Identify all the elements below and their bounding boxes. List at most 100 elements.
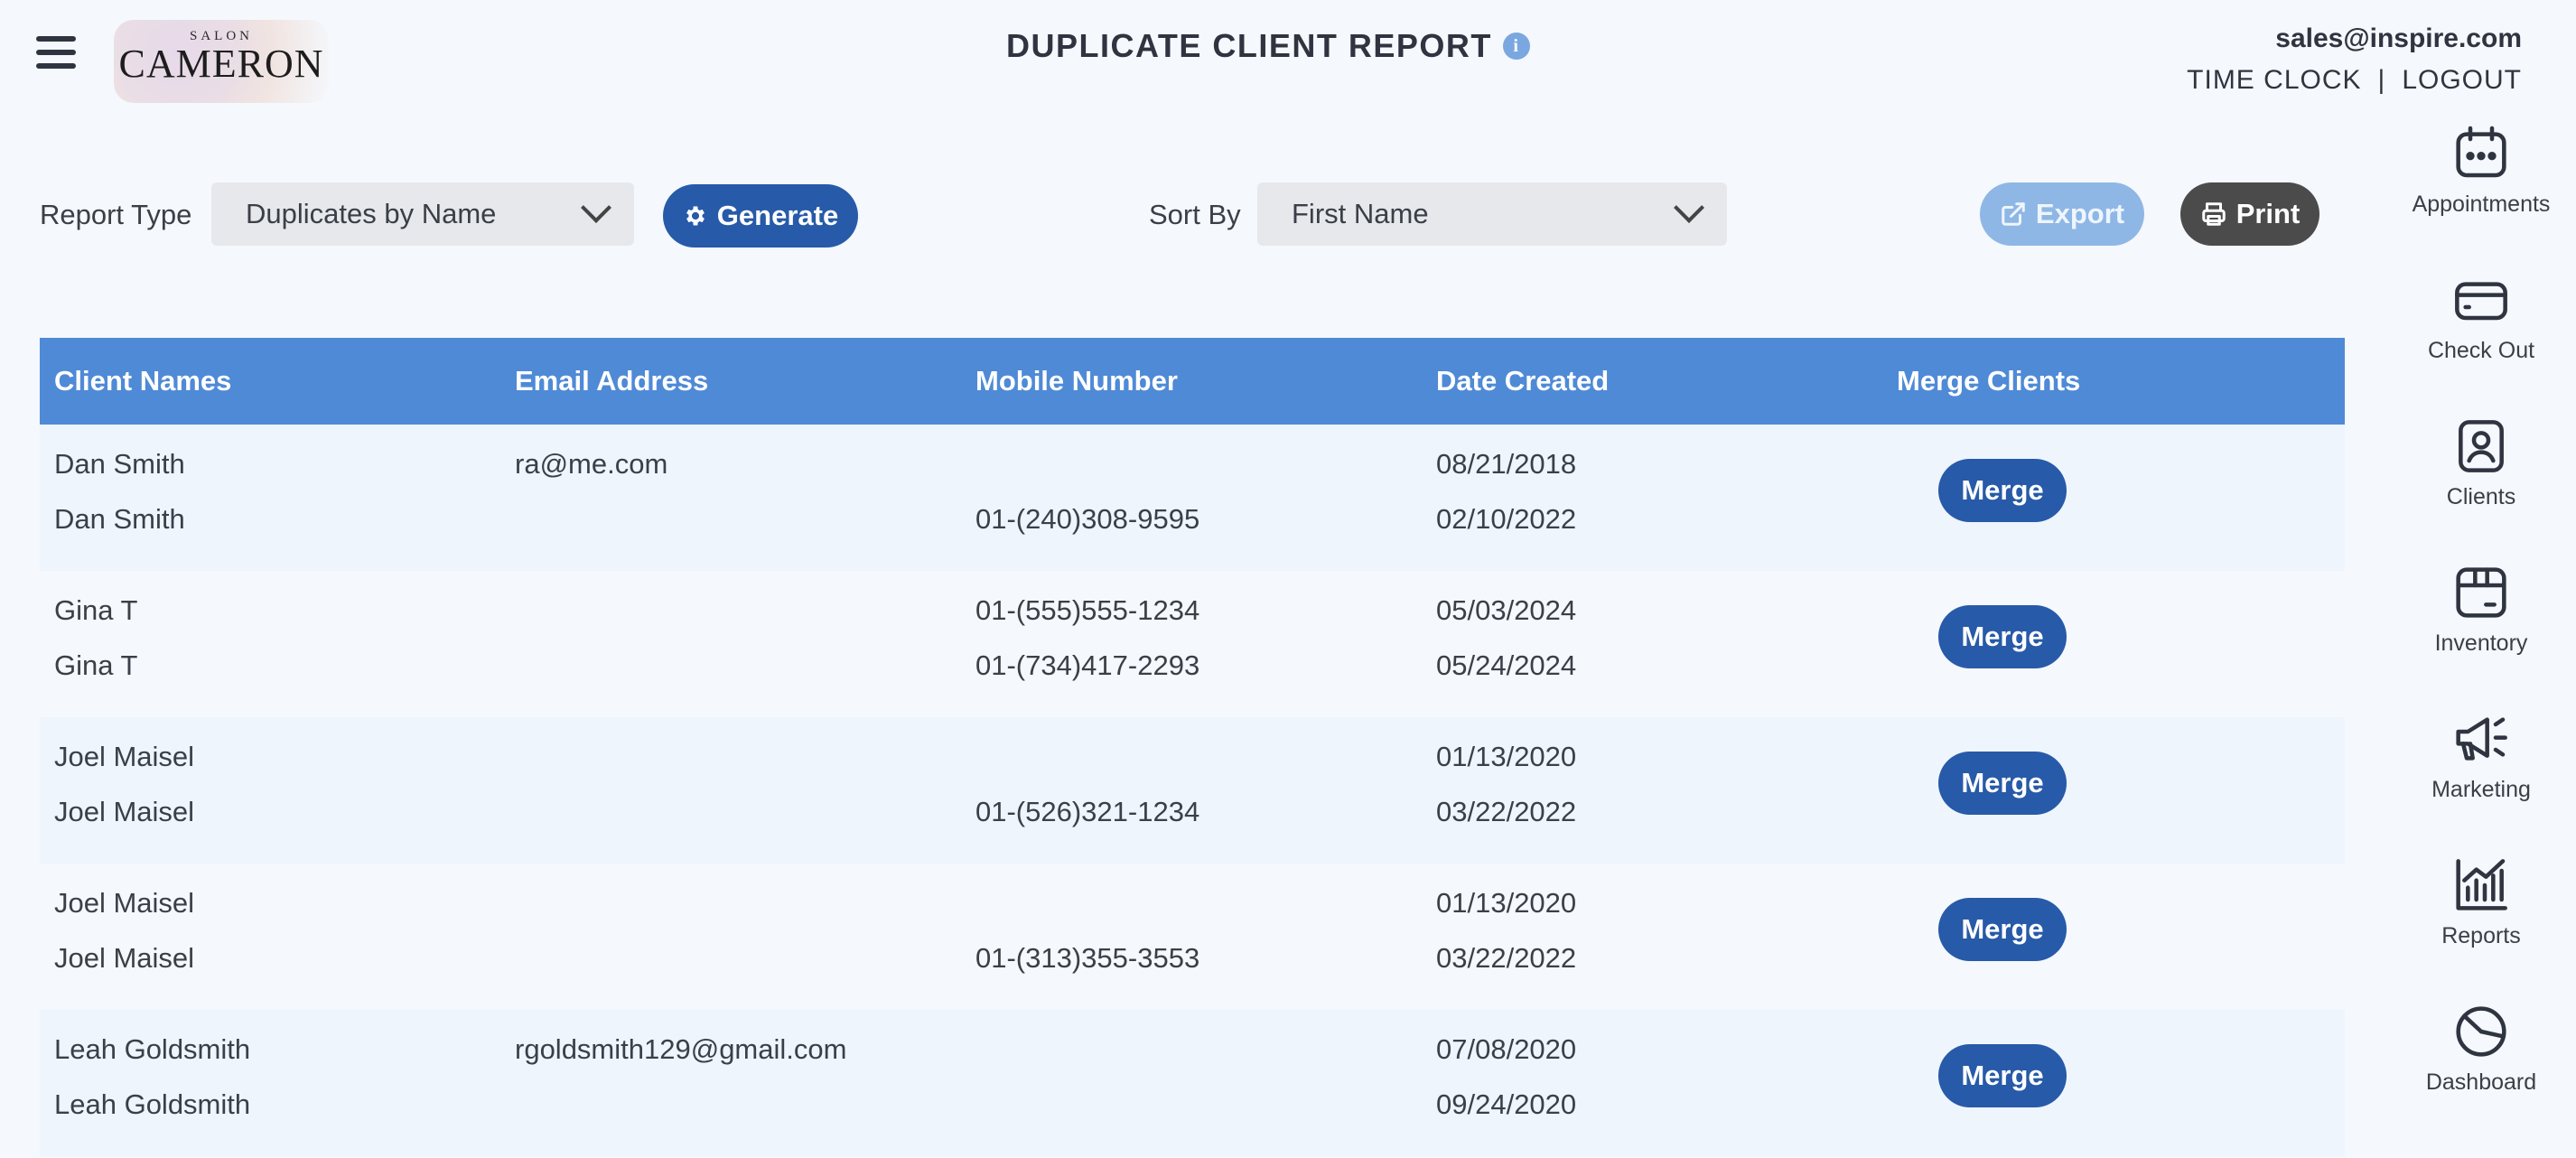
date-created: 01/13/2020 bbox=[1436, 741, 1577, 772]
email-cell bbox=[500, 571, 961, 717]
table-row: Leah Goldsmith Leah Goldsmith rgoldsmith1… bbox=[40, 1010, 2345, 1156]
client-name: Gina T bbox=[54, 594, 138, 626]
megaphone-icon bbox=[2456, 717, 2507, 761]
email-address: ra@me.com bbox=[515, 448, 668, 480]
table-row: Joel Maisel Joel Maisel 01-(313)355-3553 … bbox=[40, 864, 2345, 1010]
client-names-cell: Leah Goldsmith Leah Goldsmith bbox=[40, 1010, 500, 1156]
table-row: Dan Smith Dan Smith ra@me.com 01-(240)308… bbox=[40, 425, 2345, 571]
table-row: Gina T Gina T 01-(555)555-1234 01-(734)417… bbox=[40, 571, 2345, 717]
nav-item-marketing[interactable]: Marketing bbox=[2386, 710, 2576, 856]
mobile-number: 01-(555)555-1234 bbox=[975, 594, 1200, 626]
hamburger-menu-icon[interactable] bbox=[36, 36, 76, 72]
client-name: Joel Maisel bbox=[54, 942, 195, 974]
nav-item-appointments[interactable]: Appointments bbox=[2386, 125, 2576, 271]
date-created: 07/08/2020 bbox=[1436, 1033, 1577, 1065]
date-cell: 08/21/2018 02/10/2022 bbox=[1422, 425, 1882, 571]
salon-logo[interactable]: SALON CAMERON bbox=[114, 20, 329, 103]
nav-label: Appointments bbox=[2412, 191, 2551, 217]
sort-by-select[interactable]: First Name bbox=[1257, 182, 1727, 246]
email-cell bbox=[500, 864, 961, 1010]
time-clock-link[interactable]: TIME CLOCK bbox=[2187, 65, 2361, 95]
client-name: Joel Maisel bbox=[54, 741, 195, 772]
merge-button[interactable]: Merge bbox=[1938, 752, 2067, 815]
bar-chart-icon bbox=[2456, 859, 2507, 911]
date-created: 03/22/2022 bbox=[1436, 942, 1577, 974]
box-icon bbox=[2456, 567, 2506, 618]
user-links: TIME CLOCK | LOGOUT bbox=[2187, 65, 2522, 96]
merge-button[interactable]: Merge bbox=[1938, 605, 2067, 668]
report-type-select[interactable]: Duplicates by Name bbox=[211, 182, 634, 246]
mobile-cell bbox=[961, 1010, 1422, 1156]
user-email: sales@inspire.com bbox=[2275, 23, 2522, 53]
column-header-email: Email Address bbox=[515, 365, 709, 397]
right-nav-sidebar: Appointments Check Out Clients Inventory… bbox=[2386, 125, 2576, 1149]
date-created: 05/24/2024 bbox=[1436, 649, 1577, 681]
link-separator: | bbox=[2377, 65, 2386, 95]
table-header-row: Client Names Email Address Mobile Number… bbox=[40, 338, 2345, 425]
printer-icon bbox=[2201, 202, 2226, 226]
merge-button[interactable]: Merge bbox=[1938, 459, 2067, 522]
client-name: Joel Maisel bbox=[54, 887, 195, 919]
date-cell: 05/03/2024 05/24/2024 bbox=[1422, 571, 1882, 717]
mobile-cell: 01-(526)321-1234 bbox=[961, 717, 1422, 864]
table-row: Joel Maisel Joel Maisel 01-(526)321-1234 … bbox=[40, 717, 2345, 864]
date-created: 05/03/2024 bbox=[1436, 594, 1577, 626]
mobile-cell: 01-(240)308-9595 bbox=[961, 425, 1422, 571]
nav-item-clients[interactable]: Clients bbox=[2386, 417, 2576, 564]
mobile-number: 01-(734)417-2293 bbox=[975, 649, 1200, 681]
client-badge-icon bbox=[2459, 420, 2504, 472]
mobile-cell: 01-(313)355-3553 bbox=[961, 864, 1422, 1010]
print-button[interactable]: Print bbox=[2180, 182, 2319, 246]
merge-button[interactable]: Merge bbox=[1938, 898, 2067, 961]
client-names-cell: Dan Smith Dan Smith bbox=[40, 425, 500, 571]
nav-label: Reports bbox=[2441, 923, 2521, 948]
nav-label: Marketing bbox=[2431, 777, 2531, 802]
email-address: rgoldsmith129@gmail.com bbox=[515, 1033, 847, 1065]
client-names-cell: Gina T Gina T bbox=[40, 571, 500, 717]
date-created: 03/22/2022 bbox=[1436, 796, 1577, 827]
client-name: Dan Smith bbox=[54, 503, 185, 535]
export-button[interactable]: Export bbox=[1980, 182, 2144, 246]
column-header-date-created: Date Created bbox=[1436, 365, 1610, 397]
logo-main-text: CAMERON bbox=[118, 42, 324, 86]
date-cell: 07/08/2020 09/24/2020 bbox=[1422, 1010, 1882, 1156]
nav-label: Check Out bbox=[2427, 338, 2535, 363]
client-name: Gina T bbox=[54, 649, 138, 681]
nav-item-inventory[interactable]: Inventory bbox=[2386, 564, 2576, 710]
mobile-number: 01-(240)308-9595 bbox=[975, 503, 1200, 535]
sort-by-value: First Name bbox=[1292, 198, 1429, 229]
chevron-down-icon bbox=[1674, 192, 1704, 223]
date-created: 02/10/2022 bbox=[1436, 503, 1577, 535]
info-icon[interactable]: i bbox=[1502, 33, 1530, 60]
credit-card-icon bbox=[2455, 282, 2507, 321]
client-names-cell: Joel Maisel Joel Maisel bbox=[40, 717, 500, 864]
generate-button[interactable]: Generate bbox=[663, 184, 858, 247]
date-created: 09/24/2020 bbox=[1436, 1088, 1577, 1120]
mobile-number: 01-(313)355-3553 bbox=[975, 942, 1200, 974]
logout-link[interactable]: LOGOUT bbox=[2402, 65, 2522, 95]
date-cell: 01/13/2020 03/22/2022 bbox=[1422, 717, 1882, 864]
date-created: 01/13/2020 bbox=[1436, 887, 1577, 919]
external-link-icon bbox=[2002, 202, 2025, 226]
calendar-icon bbox=[2456, 126, 2506, 178]
print-label: Print bbox=[2235, 198, 2301, 229]
nav-item-check-out[interactable]: Check Out bbox=[2386, 271, 2576, 417]
nav-label: Dashboard bbox=[2425, 1069, 2537, 1095]
mobile-cell: 01-(555)555-1234 01-(734)417-2293 bbox=[961, 571, 1422, 717]
nav-label: Clients bbox=[2446, 484, 2516, 509]
client-name: Leah Goldsmith bbox=[54, 1088, 251, 1120]
column-header-client-names: Client Names bbox=[54, 365, 232, 397]
report-type-value: Duplicates by Name bbox=[246, 198, 497, 229]
nav-item-dashboard[interactable]: Dashboard bbox=[2386, 1003, 2576, 1149]
column-header-merge: Merge Clients bbox=[1897, 365, 2081, 397]
mobile-number: 01-(526)321-1234 bbox=[975, 796, 1200, 827]
date-cell: 01/13/2020 03/22/2022 bbox=[1422, 864, 1882, 1010]
nav-item-reports[interactable]: Reports bbox=[2386, 856, 2576, 1003]
client-name: Joel Maisel bbox=[54, 796, 195, 827]
export-label: Export bbox=[2035, 198, 2125, 229]
date-created: 08/21/2018 bbox=[1436, 448, 1577, 480]
column-header-mobile: Mobile Number bbox=[975, 365, 1178, 397]
chevron-down-icon bbox=[581, 192, 611, 223]
merge-button[interactable]: Merge bbox=[1938, 1044, 2067, 1107]
email-cell: ra@me.com bbox=[500, 425, 961, 571]
